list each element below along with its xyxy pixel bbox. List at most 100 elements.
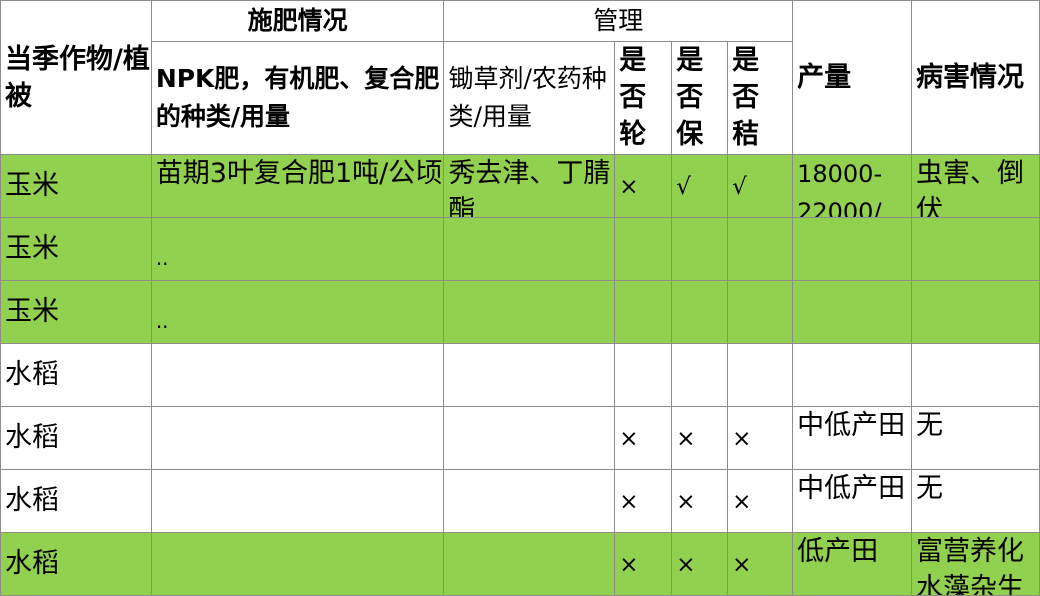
cell-conservation[interactable] <box>671 217 729 281</box>
cell-herbicide[interactable] <box>443 280 616 344</box>
cell-herbicide[interactable] <box>443 343 616 407</box>
cell-yield[interactable] <box>792 280 913 344</box>
cell-straw[interactable] <box>727 343 794 407</box>
header-rotation[interactable]: 是否轮 <box>614 41 673 155</box>
header-fertilizer-type[interactable]: NPK肥，有机肥、复合肥的种类/用量 <box>150 41 445 155</box>
header-management-group[interactable]: 管理 <box>443 0 794 42</box>
cell-conservation-value: × <box>676 552 696 578</box>
cell-crop[interactable]: 水稻 <box>0 343 152 407</box>
cell-rotation[interactable]: × <box>614 406 673 470</box>
cell-crop-value: 玉米 <box>5 296 59 327</box>
cell-straw[interactable] <box>727 280 794 344</box>
table-body: 玉米 苗期3叶复合肥1吨/公顷 秀去津、丁腈酯 × √ √ 18000-22000/虫害、倒… <box>0 154 1040 596</box>
cell-fertilizer-value: 苗期3叶复合肥1吨/公顷 <box>155 158 443 189</box>
cell-yield-value: 18000-22000/ <box>797 160 883 217</box>
header-crop[interactable]: 当季作物/植被 <box>0 0 152 155</box>
cell-straw[interactable] <box>727 217 794 281</box>
spreadsheet-table: 当季作物/植被 施肥情况 管理 产量 病害情况 NPK肥，有机肥、复合肥的种类/… <box>0 0 1040 596</box>
cell-conservation-value: √ <box>676 174 691 200</box>
cell-yield[interactable] <box>792 217 913 281</box>
cell-rotation-value <box>619 219 670 233</box>
table-row: 水稻 <box>0 343 1040 407</box>
cell-conservation[interactable] <box>671 280 729 344</box>
header-herbicide[interactable]: 锄草剂/农药种类/用量 <box>443 41 616 155</box>
cell-fertilizer[interactable]: .. <box>150 217 445 281</box>
cell-straw-value <box>732 219 791 233</box>
cell-herbicide[interactable] <box>443 406 616 470</box>
cell-rotation-value: × <box>619 426 639 452</box>
cell-disease[interactable] <box>911 343 1040 407</box>
cell-yield[interactable]: 18000-22000/ <box>792 154 913 218</box>
cell-conservation-value <box>676 345 726 359</box>
header-fertilizer-group[interactable]: 施肥情况 <box>150 0 445 42</box>
cell-fertilizer[interactable] <box>150 343 445 407</box>
cell-crop-value: 水稻 <box>5 422 59 453</box>
cell-crop[interactable]: 水稻 <box>0 469 152 533</box>
cell-disease[interactable]: 无 <box>911 406 1040 470</box>
cell-conservation[interactable]: × <box>671 469 729 533</box>
cell-herbicide[interactable] <box>443 469 616 533</box>
cell-straw-value: × <box>732 489 752 515</box>
cell-yield-value: 中低产田 <box>797 473 906 504</box>
header-disease[interactable]: 病害情况 <box>911 0 1040 155</box>
cell-crop[interactable]: 玉米 <box>0 154 152 218</box>
cell-conservation[interactable] <box>671 343 729 407</box>
header-straw[interactable]: 是否秸 <box>727 41 794 155</box>
cell-conservation[interactable]: × <box>671 406 729 470</box>
cell-crop[interactable]: 水稻 <box>0 406 152 470</box>
cell-herbicide[interactable] <box>443 532 616 596</box>
cell-straw[interactable]: × <box>727 406 794 470</box>
cell-straw[interactable]: × <box>727 469 794 533</box>
cell-fertilizer[interactable] <box>150 406 445 470</box>
header-yield[interactable]: 产量 <box>792 0 913 155</box>
cell-rotation[interactable]: × <box>614 469 673 533</box>
cell-straw-value: × <box>732 552 752 578</box>
cell-yield[interactable]: 中低产田 <box>792 469 913 533</box>
cell-fertilizer-value: .. <box>155 309 169 333</box>
cell-rotation[interactable]: × <box>614 154 673 218</box>
cell-crop-value: 玉米 <box>5 170 59 201</box>
cell-disease-value: 无 <box>916 473 944 504</box>
cell-straw[interactable]: × <box>727 532 794 596</box>
cell-rotation[interactable] <box>614 217 673 281</box>
cell-fertilizer[interactable]: 苗期3叶复合肥1吨/公顷 <box>150 154 445 218</box>
header-crop-label: 当季作物/植被 <box>5 43 150 112</box>
cell-disease[interactable] <box>911 217 1040 281</box>
table-row: 玉米 苗期3叶复合肥1吨/公顷 秀去津、丁腈酯 × √ √ 18000-22000/虫害、倒… <box>0 154 1040 218</box>
cell-herbicide[interactable] <box>443 217 616 281</box>
cell-herbicide[interactable]: 秀去津、丁腈酯 <box>443 154 616 218</box>
cell-rotation-value: × <box>619 552 639 578</box>
header-conservation[interactable]: 是否保 <box>671 41 729 155</box>
cell-disease[interactable]: 无 <box>911 469 1040 533</box>
cell-yield[interactable] <box>792 343 913 407</box>
cell-straw-value <box>732 345 791 359</box>
cell-disease[interactable] <box>911 280 1040 344</box>
cell-rotation[interactable] <box>614 280 673 344</box>
cell-straw[interactable]: √ <box>727 154 794 218</box>
cell-disease[interactable]: 富营养化水藻杂生 <box>911 532 1040 596</box>
cell-rotation-value <box>619 282 670 296</box>
table-row: 玉米.. <box>0 217 1040 281</box>
cell-crop[interactable]: 玉米 <box>0 217 152 281</box>
cell-herbicide-value: 秀去津、丁腈酯 <box>448 158 611 217</box>
cell-rotation-value <box>619 345 670 359</box>
cell-yield[interactable]: 中低产田 <box>792 406 913 470</box>
header-fertilizer-type-label: NPK肥，有机肥、复合肥的种类/用量 <box>155 64 440 131</box>
cell-yield[interactable]: 低产田 <box>792 532 913 596</box>
cell-conservation[interactable]: × <box>671 532 729 596</box>
cell-fertilizer[interactable] <box>150 469 445 533</box>
table-row: 水稻 × × × 中低产田无 <box>0 406 1040 470</box>
cell-disease[interactable]: 虫害、倒伏 <box>911 154 1040 218</box>
table-row: 水稻 × × × 中低产田无 <box>0 469 1040 533</box>
cell-conservation[interactable]: √ <box>671 154 729 218</box>
cell-crop[interactable]: 玉米 <box>0 280 152 344</box>
cell-rotation[interactable]: × <box>614 532 673 596</box>
cell-fertilizer[interactable] <box>150 532 445 596</box>
cell-rotation[interactable] <box>614 343 673 407</box>
cell-disease-value: 无 <box>916 410 944 441</box>
cell-rotation-value: × <box>619 174 639 200</box>
header-conservation-label: 是否保 <box>676 45 704 150</box>
cell-crop[interactable]: 水稻 <box>0 532 152 596</box>
header-management-group-label: 管理 <box>593 6 644 35</box>
cell-fertilizer[interactable]: .. <box>150 280 445 344</box>
